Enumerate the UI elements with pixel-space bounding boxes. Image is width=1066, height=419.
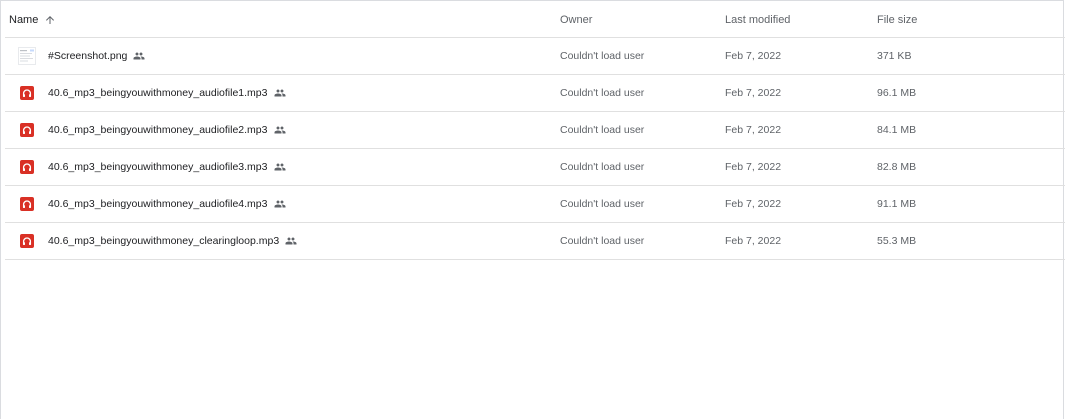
file-size-cell: 91.1 MB — [877, 198, 917, 210]
image-thumbnail-icon — [17, 46, 37, 66]
modified-cell: Feb 7, 2022 — [725, 124, 782, 136]
modified-cell: Feb 7, 2022 — [725, 87, 782, 99]
file-row[interactable]: 40.6_mp3_beingyouwithmoney_audiofile1.mp… — [5, 75, 1065, 112]
shared-people-icon — [274, 87, 286, 99]
file-name-cell[interactable]: 40.6_mp3_beingyouwithmoney_audiofile2.mp… — [17, 112, 286, 148]
column-header-owner: Owner — [560, 2, 592, 37]
audio-file-icon — [17, 194, 37, 214]
audio-file-icon — [17, 83, 37, 103]
shared-people-icon — [285, 235, 297, 247]
file-name[interactable]: 40.6_mp3_beingyouwithmoney_audiofile2.mp… — [48, 124, 268, 136]
column-header-name-label[interactable]: Name — [9, 14, 38, 26]
file-name-cell[interactable]: 40.6_mp3_beingyouwithmoney_audiofile3.mp… — [17, 149, 286, 185]
modified-cell: Feb 7, 2022 — [725, 235, 782, 247]
file-name-cell[interactable]: 40.6_mp3_beingyouwithmoney_audiofile1.mp… — [17, 75, 286, 111]
file-list-header: Name Owner Last modified File size — [5, 2, 1065, 38]
file-row[interactable]: 40.6_mp3_beingyouwithmoney_audiofile3.mp… — [5, 149, 1065, 186]
shared-people-icon — [274, 124, 286, 136]
owner-cell: Couldn't load user — [560, 235, 645, 247]
owner-cell: Couldn't load user — [560, 161, 645, 173]
modified-cell: Feb 7, 2022 — [725, 161, 782, 173]
file-row[interactable]: 40.6_mp3_beingyouwithmoney_clearingloop.… — [5, 223, 1065, 260]
column-header-name[interactable]: Name — [9, 2, 58, 37]
file-size-cell: 82.8 MB — [877, 161, 917, 173]
file-row[interactable]: 40.6_mp3_beingyouwithmoney_audiofile4.mp… — [5, 186, 1065, 223]
file-row[interactable]: #Screenshot.png Couldn't load user Feb 7… — [5, 38, 1065, 75]
file-name[interactable]: #Screenshot.png — [48, 50, 127, 62]
file-size-cell: 371 KB — [877, 50, 912, 62]
column-header-owner-label: Owner — [560, 13, 593, 26]
column-header-last-modified-label[interactable]: Last modified — [725, 14, 790, 26]
file-size-cell: 84.1 MB — [877, 124, 917, 136]
audio-file-icon — [17, 231, 37, 251]
shared-people-icon — [274, 198, 286, 210]
file-name-cell[interactable]: 40.6_mp3_beingyouwithmoney_clearingloop.… — [17, 223, 297, 259]
column-header-file-size-label[interactable]: File size — [877, 14, 917, 26]
owner-cell: Couldn't load user — [560, 124, 645, 136]
owner-cell: Couldn't load user — [560, 50, 645, 62]
file-list-panel: Name Owner Last modified File size #Scre… — [0, 0, 1065, 419]
file-name-cell[interactable]: 40.6_mp3_beingyouwithmoney_audiofile4.mp… — [17, 186, 286, 222]
shared-people-icon — [274, 161, 286, 173]
file-name[interactable]: 40.6_mp3_beingyouwithmoney_audiofile4.mp… — [48, 198, 268, 210]
column-header-last-modified[interactable]: Last modified — [725, 2, 790, 37]
shared-people-icon — [133, 50, 145, 62]
audio-file-icon — [17, 157, 37, 177]
arrow-up-icon[interactable] — [42, 12, 58, 28]
file-list: Name Owner Last modified File size #Scre… — [5, 2, 1065, 260]
file-name[interactable]: 40.6_mp3_beingyouwithmoney_audiofile3.mp… — [48, 161, 268, 173]
file-name[interactable]: 40.6_mp3_beingyouwithmoney_audiofile1.mp… — [48, 87, 268, 99]
owner-cell: Couldn't load user — [560, 198, 645, 210]
file-row[interactable]: 40.6_mp3_beingyouwithmoney_audiofile2.mp… — [5, 112, 1065, 149]
file-size-cell: 55.3 MB — [877, 235, 917, 247]
modified-cell: Feb 7, 2022 — [725, 198, 782, 210]
column-header-file-size[interactable]: File size — [877, 2, 917, 37]
file-name[interactable]: 40.6_mp3_beingyouwithmoney_clearingloop.… — [48, 235, 279, 247]
owner-cell: Couldn't load user — [560, 87, 645, 99]
file-name-cell[interactable]: #Screenshot.png — [17, 38, 145, 74]
file-size-cell: 96.1 MB — [877, 87, 917, 99]
modified-cell: Feb 7, 2022 — [725, 50, 782, 62]
audio-file-icon — [17, 120, 37, 140]
